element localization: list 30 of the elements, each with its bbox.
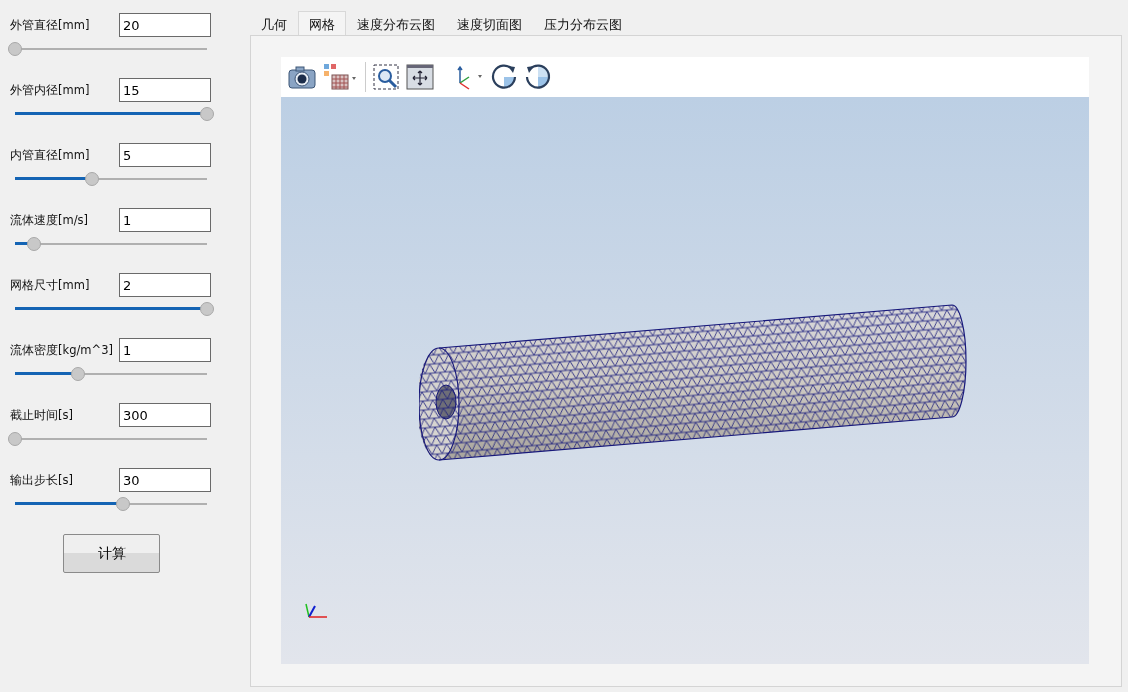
zoom-box-icon[interactable]: [372, 63, 400, 91]
tab[interactable]: 几何: [250, 11, 298, 35]
tab[interactable]: 速度分布云图: [346, 11, 446, 35]
tab[interactable]: 压力分布云图: [533, 11, 633, 35]
parameter-label: 外管直径[mm]: [10, 17, 90, 33]
parameter-input[interactable]: 300: [119, 403, 211, 427]
parameter-label: 内管直径[mm]: [10, 147, 90, 163]
parameter-input[interactable]: 1: [119, 338, 211, 362]
rotate-counterclockwise-icon[interactable]: [524, 63, 552, 91]
parameter-label: 外管内径[mm]: [10, 82, 90, 98]
camera-icon[interactable]: [287, 64, 317, 90]
parameter-input[interactable]: 5: [119, 143, 211, 167]
axes-triad-icon: [305, 601, 329, 619]
parameter-label: 流体速度[m/s]: [10, 212, 89, 228]
parameter-input[interactable]: 1: [119, 208, 211, 232]
parameter-input[interactable]: 20: [119, 13, 211, 37]
display-mode-icon[interactable]: [323, 63, 359, 91]
parameter-label: 输出步长[s]: [10, 472, 73, 488]
parameter-label: 网格尺寸[mm]: [10, 277, 90, 293]
parameter-label: 流体密度[kg/m^3]: [10, 342, 113, 358]
3d-view[interactable]: [281, 97, 1089, 664]
compute-button[interactable]: 计算: [63, 534, 160, 573]
parameter-label: 截止时间[s]: [10, 407, 73, 423]
tab[interactable]: 网格: [298, 11, 346, 35]
rotate-clockwise-icon[interactable]: [490, 63, 518, 91]
parameter-input[interactable]: 2: [119, 273, 211, 297]
tab[interactable]: 速度切面图: [446, 11, 533, 35]
parameter-input[interactable]: 15: [119, 78, 211, 102]
parameter-input[interactable]: 30: [119, 468, 211, 492]
fit-view-icon[interactable]: [406, 63, 434, 91]
